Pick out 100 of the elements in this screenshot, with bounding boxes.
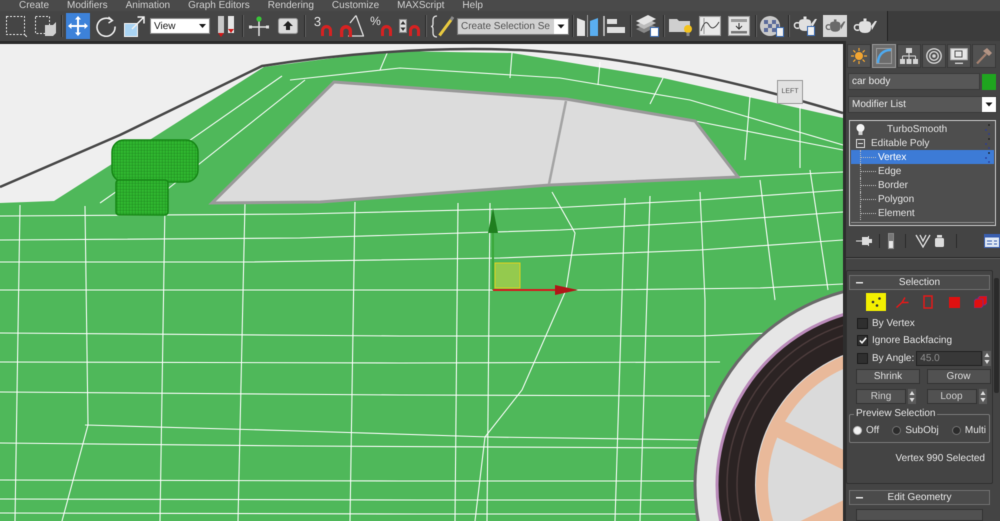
snap-toggle-button[interactable]: 3 bbox=[309, 13, 337, 39]
schematic-view-button[interactable] bbox=[726, 13, 752, 39]
monitor-icon bbox=[950, 48, 968, 64]
layer-manager-button[interactable] bbox=[634, 13, 660, 39]
selection-button[interactable]: Loop bbox=[926, 389, 976, 404]
hammer-icon bbox=[976, 48, 992, 64]
rollout-header[interactable]: Selection bbox=[849, 275, 990, 290]
menu-item[interactable]: Graph Editors bbox=[188, 0, 250, 11]
panel-tab[interactable] bbox=[897, 44, 921, 68]
menu-item[interactable]: Customize bbox=[332, 0, 380, 11]
menu-item[interactable]: MAXScript bbox=[397, 0, 444, 11]
x-axis-arrow[interactable] bbox=[493, 285, 578, 295]
plane-handle[interactable] bbox=[494, 262, 520, 288]
make-unique-button[interactable] bbox=[914, 232, 931, 250]
pin-icon bbox=[856, 236, 872, 246]
align-icon bbox=[603, 16, 625, 36]
radio-label: Multi bbox=[964, 424, 986, 438]
checkbox[interactable] bbox=[857, 318, 868, 329]
caret-icon bbox=[554, 18, 568, 34]
coordinate-system-dropdown[interactable]: View bbox=[150, 18, 210, 34]
crosshair-icon bbox=[249, 16, 269, 36]
radio-button[interactable] bbox=[853, 426, 862, 434]
panel-tab[interactable] bbox=[922, 44, 946, 68]
menu-item[interactable]: Modifiers bbox=[67, 0, 108, 11]
select-region-button[interactable] bbox=[4, 13, 28, 39]
caret-icon bbox=[982, 97, 996, 112]
vertex-mode-button[interactable] bbox=[866, 293, 886, 311]
stack-item[interactable]: Polygon bbox=[851, 192, 994, 206]
dots-icon bbox=[985, 138, 990, 148]
checkbox-label: By Angle: bbox=[872, 352, 914, 366]
angle-field[interactable]: 45.0 bbox=[916, 351, 982, 366]
panel-tab[interactable] bbox=[972, 44, 996, 68]
checkbox[interactable] bbox=[857, 353, 868, 364]
named-selection-dropdown[interactable]: Create Selection Se bbox=[457, 18, 569, 34]
mirror-icon bbox=[576, 15, 598, 37]
hierarchy-icon bbox=[900, 48, 918, 64]
square-icon bbox=[948, 296, 960, 308]
percent-snap-button[interactable]: % bbox=[367, 13, 395, 39]
spinner-icon[interactable] bbox=[908, 389, 916, 404]
rendered-frame-button[interactable] bbox=[822, 13, 848, 39]
angle-snap-button[interactable] bbox=[339, 13, 365, 39]
brace-pencil-icon bbox=[430, 14, 454, 38]
magnet-icon bbox=[380, 25, 392, 36]
stack-item[interactable]: Element bbox=[851, 206, 994, 220]
menu-item[interactable]: Help bbox=[462, 0, 483, 11]
layers-icon bbox=[636, 15, 658, 37]
stack-item[interactable]: Editable Poly bbox=[851, 136, 994, 150]
selection-button[interactable]: Shrink bbox=[856, 369, 920, 384]
mirror-button[interactable] bbox=[575, 13, 599, 39]
remove-modifier-button[interactable] bbox=[934, 232, 944, 250]
rotate-icon bbox=[94, 16, 116, 36]
object-name-field[interactable]: car body bbox=[848, 73, 980, 90]
lightbulb-icon[interactable] bbox=[856, 124, 865, 134]
checkbox[interactable] bbox=[857, 335, 868, 346]
panel-tab[interactable] bbox=[947, 44, 971, 68]
scrollbar-thumb[interactable] bbox=[994, 278, 999, 393]
window-crossing-button[interactable] bbox=[33, 13, 57, 39]
stack-item[interactable]: TurboSmooth bbox=[851, 122, 994, 136]
collapse-box-icon[interactable] bbox=[856, 138, 865, 148]
y-axis-arrow[interactable] bbox=[488, 208, 498, 290]
radio-button[interactable] bbox=[892, 426, 902, 434]
trash-icon bbox=[934, 235, 944, 247]
modifier-list-dropdown[interactable]: Modifier List bbox=[848, 96, 997, 113]
edit-named-selection-button[interactable] bbox=[429, 13, 455, 39]
edge-icon bbox=[896, 296, 908, 308]
menu-item[interactable]: Create bbox=[19, 0, 50, 11]
move-button[interactable] bbox=[66, 13, 90, 39]
radio-label: Off bbox=[866, 424, 880, 438]
pivot-bars-icon bbox=[216, 15, 236, 37]
spinner-icon[interactable] bbox=[978, 389, 986, 404]
align-button[interactable] bbox=[601, 13, 627, 39]
selection-button[interactable]: Grow bbox=[926, 369, 990, 384]
panel-tab[interactable] bbox=[847, 44, 871, 68]
rollout-header[interactable]: Edit Geometry bbox=[849, 490, 990, 505]
material-editor-button[interactable] bbox=[759, 13, 785, 39]
radio-button[interactable] bbox=[952, 426, 961, 434]
color-swatch[interactable] bbox=[982, 74, 996, 90]
configure-sets-button[interactable] bbox=[984, 232, 1000, 250]
dots-icon bbox=[870, 297, 882, 307]
stack-item[interactable]: Vertex bbox=[851, 150, 994, 164]
border-outline-icon bbox=[923, 295, 933, 309]
teapot-document-icon bbox=[793, 16, 817, 36]
selection-status: Vertex 990 Selected bbox=[895, 452, 985, 466]
stack-item[interactable]: Border bbox=[851, 178, 994, 192]
angle-magnet-icon bbox=[340, 15, 364, 37]
spinner-icon[interactable] bbox=[983, 351, 992, 366]
curve-editor-button[interactable] bbox=[697, 13, 723, 39]
radio-label: SubObj bbox=[905, 424, 939, 438]
scale-icon bbox=[124, 16, 144, 36]
teapot-frame-icon bbox=[823, 15, 847, 37]
selection-button[interactable]: Ring bbox=[856, 389, 906, 404]
arc-icon bbox=[876, 48, 892, 64]
list-window-icon bbox=[984, 234, 1000, 248]
menu-item[interactable]: Animation bbox=[126, 0, 170, 11]
show-end-result-button[interactable] bbox=[888, 232, 894, 250]
stack-item[interactable]: Edge bbox=[851, 164, 994, 178]
dots-icon bbox=[985, 152, 990, 162]
checkbox-label: By Vertex bbox=[872, 317, 915, 331]
menu-item[interactable]: Rendering bbox=[268, 0, 314, 11]
teapot-icon bbox=[853, 18, 877, 34]
